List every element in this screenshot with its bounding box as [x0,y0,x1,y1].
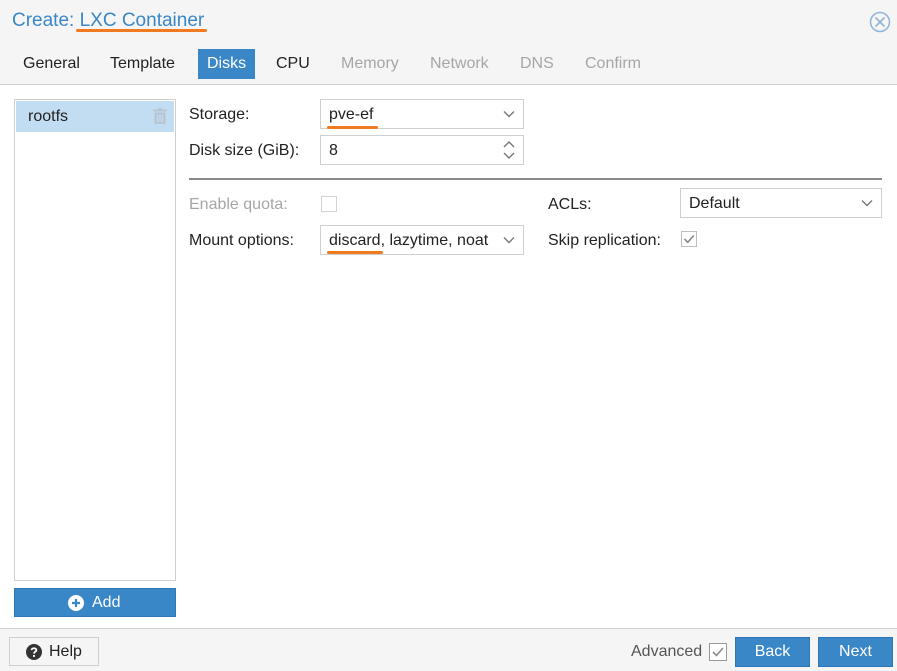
disks-panel: rootfs Add Storage: pve-ef Disk size (Gi… [0,86,897,628]
mount-options-value: discard, lazytime, noat [329,232,489,249]
wizard-tabs: General Template Disks CPU Memory Networ… [0,44,897,85]
enable-quota-checkbox[interactable] [321,196,337,212]
help-label: Help [49,643,82,660]
tab-network[interactable]: Network [421,49,498,79]
trash-icon[interactable] [153,108,167,124]
tab-dns[interactable]: DNS [511,49,563,79]
skip-replication-label: Skip replication: [548,232,661,249]
title-annotation-underline [76,29,207,32]
mount-options-annotation-underline [327,251,383,254]
storage-annotation-underline [327,126,378,129]
tab-template[interactable]: Template [101,49,184,79]
spinner-arrows-icon[interactable] [503,139,515,161]
next-button[interactable]: Next [818,637,893,667]
add-disk-label: Add [92,594,121,611]
advanced-checkbox[interactable] [709,643,727,661]
close-icon[interactable] [869,11,891,33]
window-title-main: LXC Container [79,10,205,31]
chevron-down-icon[interactable] [503,235,515,245]
disk-size-value: 8 [329,142,338,159]
disk-size-stepper[interactable]: 8 [320,135,524,165]
window-title-prefix: Create: [12,10,80,31]
plus-circle-icon [68,595,84,611]
tab-general[interactable]: General [14,49,89,79]
back-button[interactable]: Back [735,637,810,667]
tab-confirm[interactable]: Confirm [576,49,650,79]
window-title-bar: Create: LXC Container [0,0,897,44]
advanced-label: Advanced [631,643,703,660]
storage-value: pve-ef [329,106,374,123]
enable-quota-label: Enable quota: [189,196,288,213]
acls-value: Default [689,195,740,212]
disk-list: rootfs [14,99,176,581]
disk-list-item-rootfs[interactable]: rootfs [16,101,174,132]
question-circle-icon [26,644,42,660]
add-disk-button[interactable]: Add [14,588,176,617]
acls-combobox[interactable]: Default [680,188,882,218]
tab-memory[interactable]: Memory [332,49,408,79]
chevron-down-icon[interactable] [861,198,873,208]
storage-combobox[interactable]: pve-ef [320,99,524,129]
tab-cpu[interactable]: CPU [267,49,319,79]
mount-options-label: Mount options: [189,232,294,249]
tab-disks[interactable]: Disks [198,49,256,79]
chevron-down-icon[interactable] [503,109,515,119]
acls-label: ACLs: [548,196,592,213]
wizard-footer: Help Advanced Back Next [0,628,897,671]
disk-item-label: rootfs [28,108,69,125]
skip-replication-checkbox[interactable] [681,231,697,247]
disk-size-label: Disk size (GiB): [189,142,300,159]
storage-label: Storage: [189,106,250,123]
section-divider [189,178,882,180]
help-button[interactable]: Help [9,637,99,666]
